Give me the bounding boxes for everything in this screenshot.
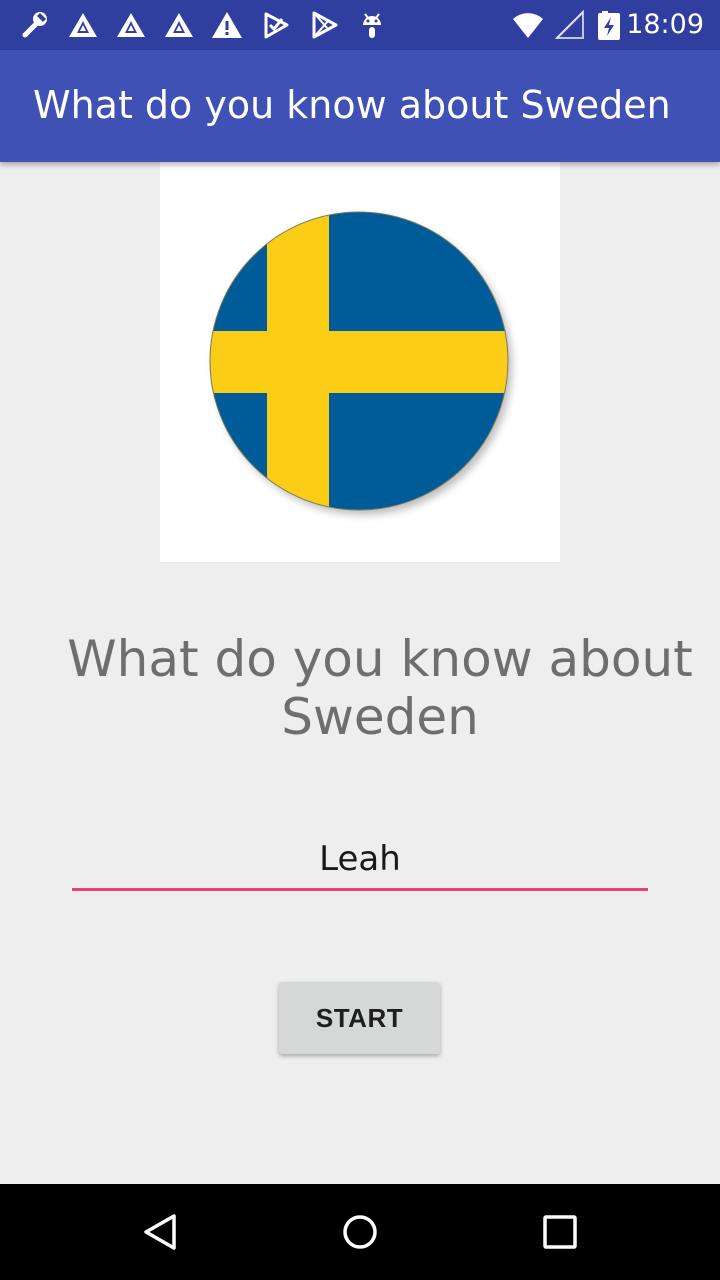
start-button[interactable]: START bbox=[279, 982, 440, 1054]
notification-icon bbox=[117, 13, 145, 37]
name-field[interactable] bbox=[72, 830, 648, 892]
notification-icon bbox=[165, 13, 193, 37]
app-title: What do you know about Sweden bbox=[33, 83, 671, 127]
app-bar: What do you know about Sweden bbox=[0, 50, 720, 162]
name-input[interactable] bbox=[72, 830, 648, 891]
navigation-bar bbox=[0, 1184, 720, 1280]
notification-icon bbox=[264, 12, 289, 39]
back-icon[interactable] bbox=[134, 1206, 186, 1258]
battery-charging-icon bbox=[598, 11, 620, 40]
recents-icon[interactable] bbox=[534, 1206, 586, 1258]
sweden-flag-image bbox=[160, 162, 560, 562]
play-store-icon bbox=[312, 11, 338, 39]
warning-icon bbox=[212, 12, 242, 38]
android-icon bbox=[363, 13, 381, 38]
notification-icon bbox=[69, 13, 97, 37]
signal-icon bbox=[554, 9, 584, 39]
wrench-icon bbox=[22, 12, 47, 38]
status-time: 18:09 bbox=[626, 9, 704, 40]
wifi-icon bbox=[513, 13, 543, 38]
status-bar: 18:09 bbox=[0, 0, 720, 50]
headline: What do you know about Sweden bbox=[67, 630, 693, 746]
home-icon[interactable] bbox=[334, 1206, 386, 1258]
